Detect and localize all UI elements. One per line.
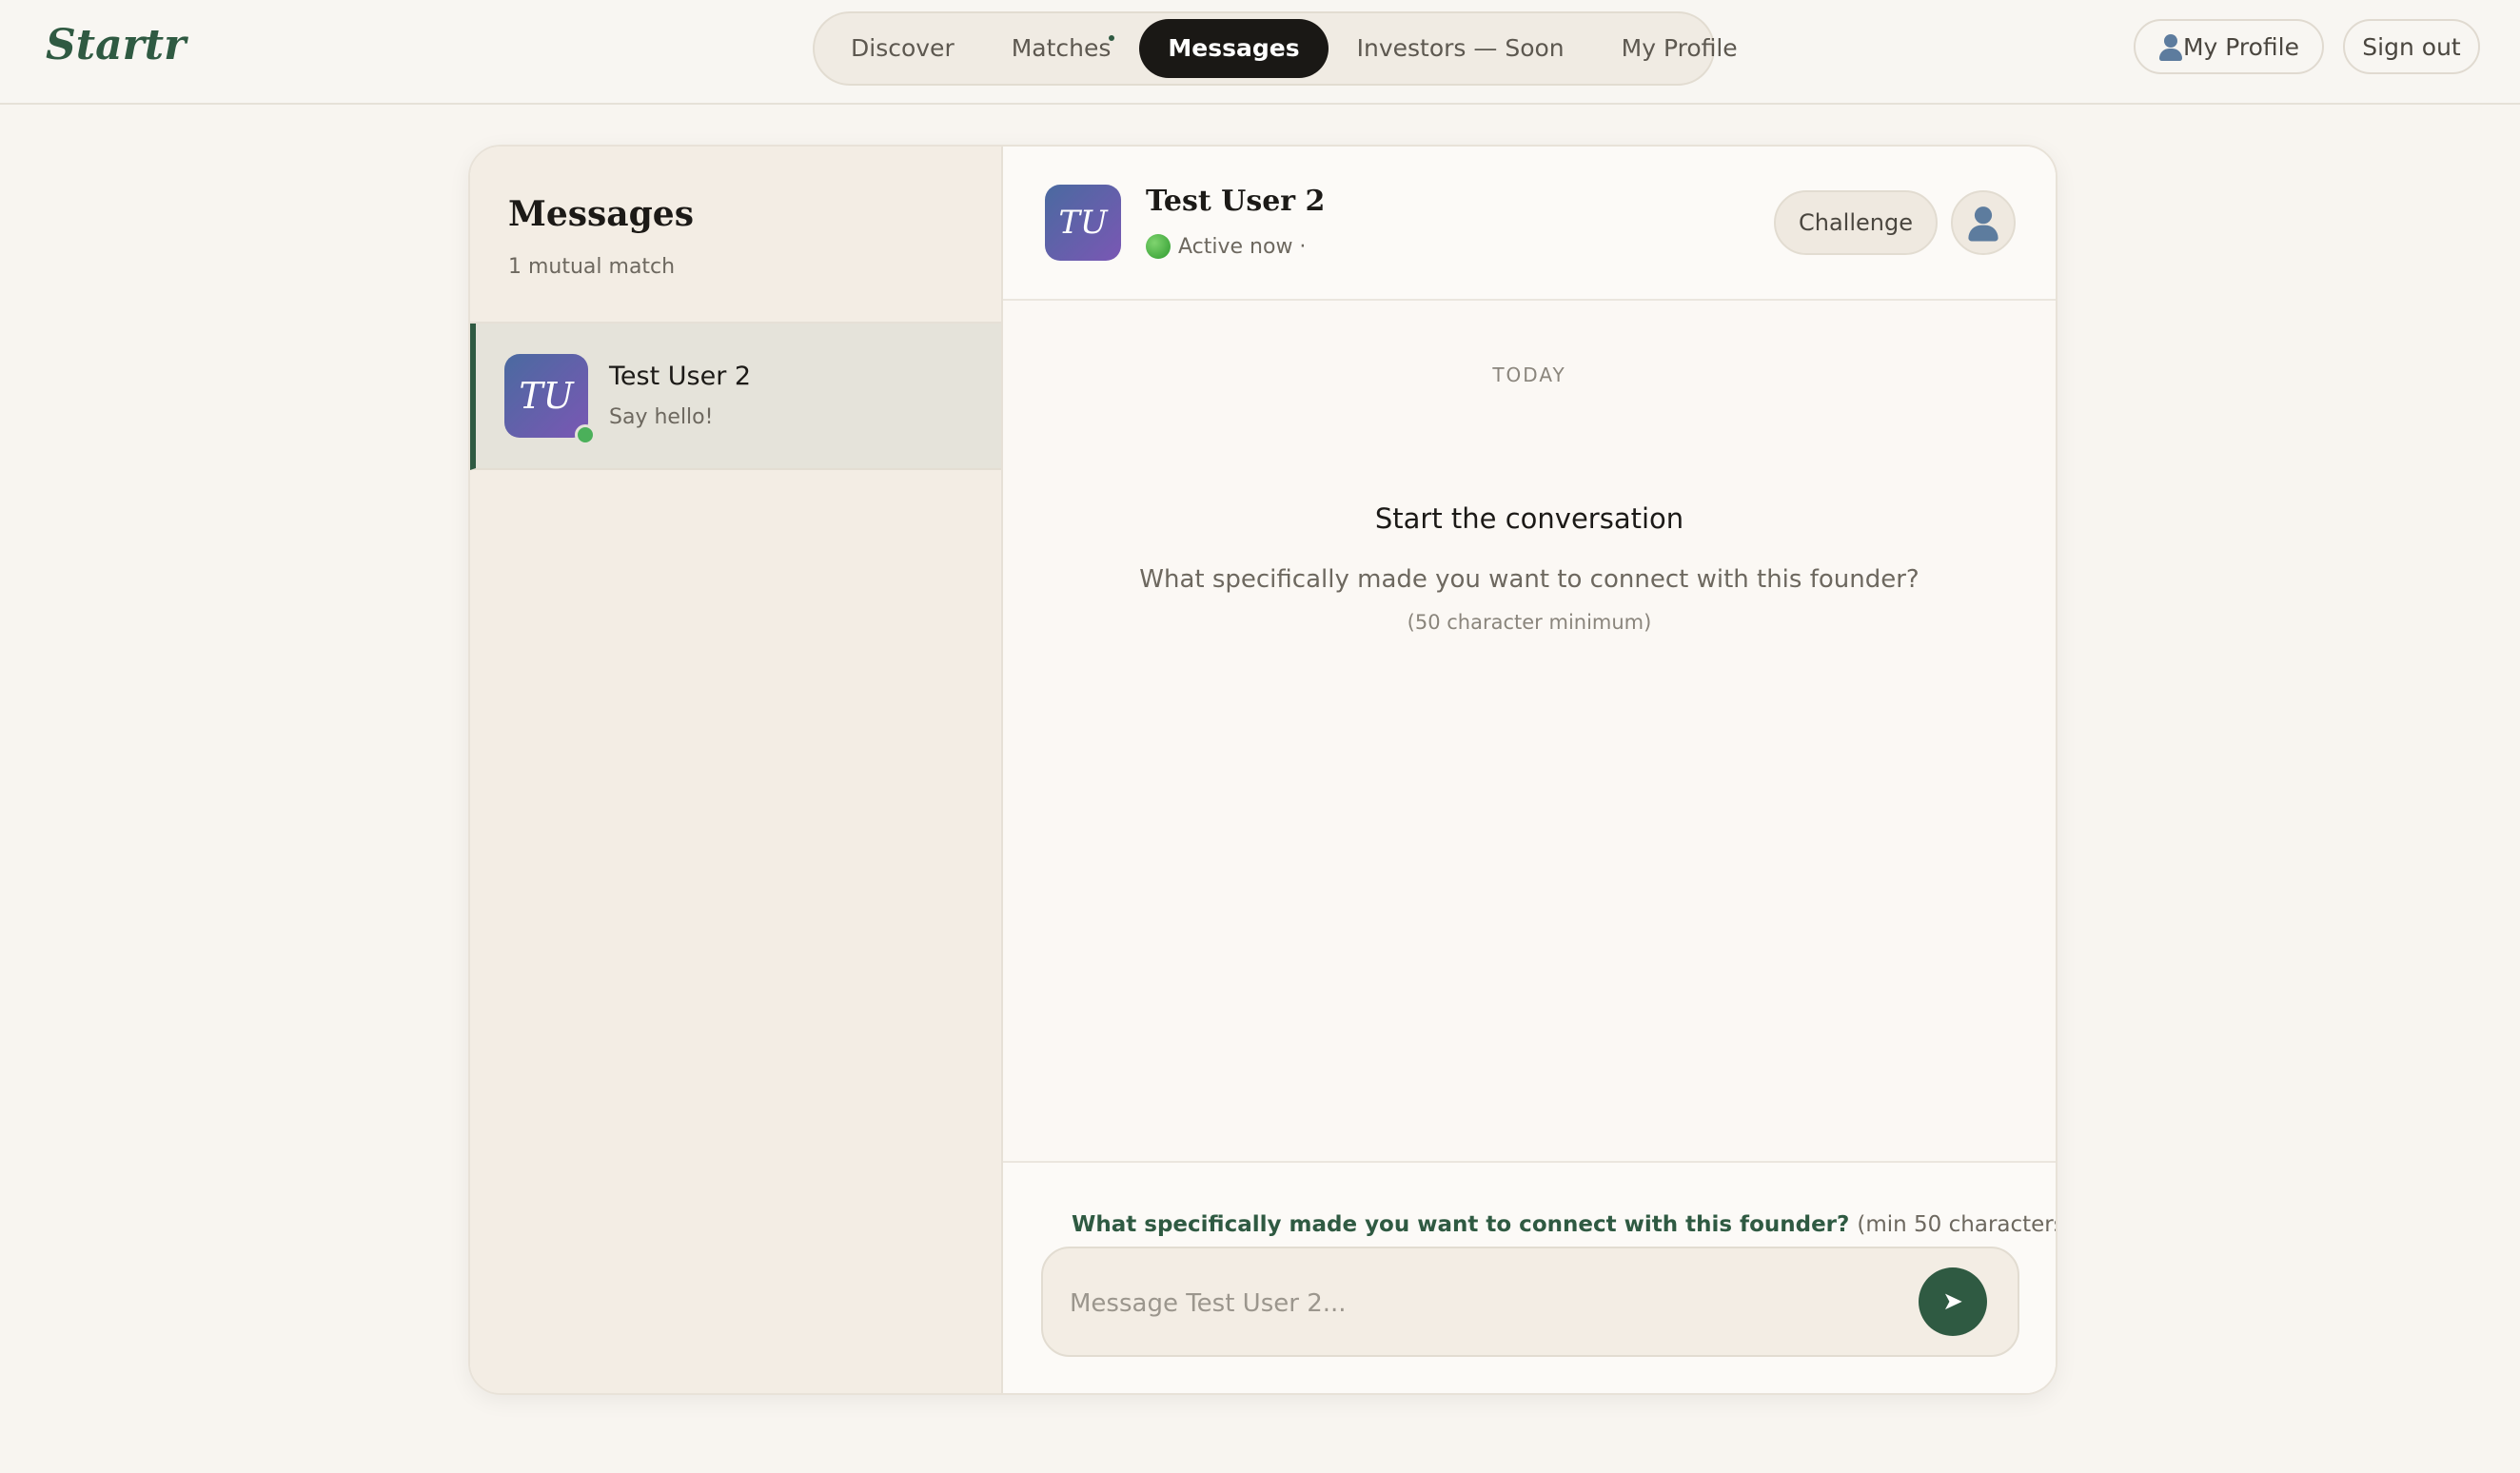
nav-my-profile[interactable]: My Profile (1593, 19, 1766, 78)
conversation-item[interactable]: TU Test User 2 Say hello! (470, 324, 1001, 470)
nav-matches[interactable]: Matches (983, 19, 1140, 78)
match-count: 1 mutual match (508, 255, 676, 279)
nav-matches-label: Matches (1011, 34, 1112, 62)
chat-header: TU Test User 2 Active now · Challenge (1003, 147, 2056, 301)
day-separator: TODAY (1492, 363, 1566, 386)
send-button[interactable]: ➤ (1919, 1267, 1987, 1336)
my-profile-button[interactable]: My Profile (2134, 19, 2324, 74)
composer-min-hint: (min 50 characters) (1857, 1212, 2057, 1237)
nav-messages[interactable]: Messages (1139, 19, 1329, 78)
nav-discover[interactable]: Discover (822, 19, 983, 78)
conversation-sidebar: Messages 1 mutual match TU Test User 2 S… (470, 147, 1003, 1393)
sidebar-title: Messages (508, 194, 694, 234)
empty-state-title: Start the conversation (1374, 502, 1684, 535)
composer-question: What specifically made you want to conne… (1072, 1212, 1850, 1237)
view-profile-button[interactable] (1951, 190, 2016, 255)
main-nav: Discover Matches Messages Investors — So… (813, 11, 1738, 86)
empty-state-prompt: What specifically made you want to conne… (1139, 565, 1920, 594)
nav-investors[interactable]: Investors — Soon (1329, 19, 1593, 78)
sign-out-button[interactable]: Sign out (2343, 19, 2480, 74)
status-text: Active now · (1178, 234, 1307, 259)
notification-dot (1109, 35, 1115, 41)
message-input[interactable] (1068, 1271, 1909, 1336)
conversation-name: Test User 2 (609, 362, 752, 391)
messages-card: Messages 1 mutual match TU Test User 2 S… (468, 145, 2057, 1395)
chat-avatar[interactable]: TU (1045, 185, 1121, 261)
top-bar: Startr Discover Matches Messages Investo… (0, 0, 2520, 105)
online-indicator (575, 424, 596, 445)
send-icon: ➤ (1942, 1287, 1963, 1316)
avatar: TU (504, 354, 588, 438)
app-logo[interactable]: Startr (46, 21, 186, 69)
chat-status: Active now · (1146, 234, 1306, 259)
person-icon (1967, 205, 1999, 242)
person-icon (2158, 32, 2182, 61)
empty-state-hint: (50 character minimum) (1407, 611, 1652, 634)
status-dot-icon (1146, 234, 1171, 259)
my-profile-label: My Profile (2182, 32, 2299, 61)
chat-contact-name: Test User 2 (1146, 185, 1326, 218)
composer-prompt: What specifically made you want to conne… (1072, 1212, 2057, 1237)
chat-pane: TU Test User 2 Active now · Challenge TO… (1003, 147, 2056, 1393)
challenge-button[interactable]: Challenge (1774, 190, 1938, 255)
message-composer: What specifically made you want to conne… (1003, 1161, 2057, 1393)
message-box: ➤ (1041, 1247, 2019, 1357)
conversation-preview: Say hello! (609, 405, 714, 429)
